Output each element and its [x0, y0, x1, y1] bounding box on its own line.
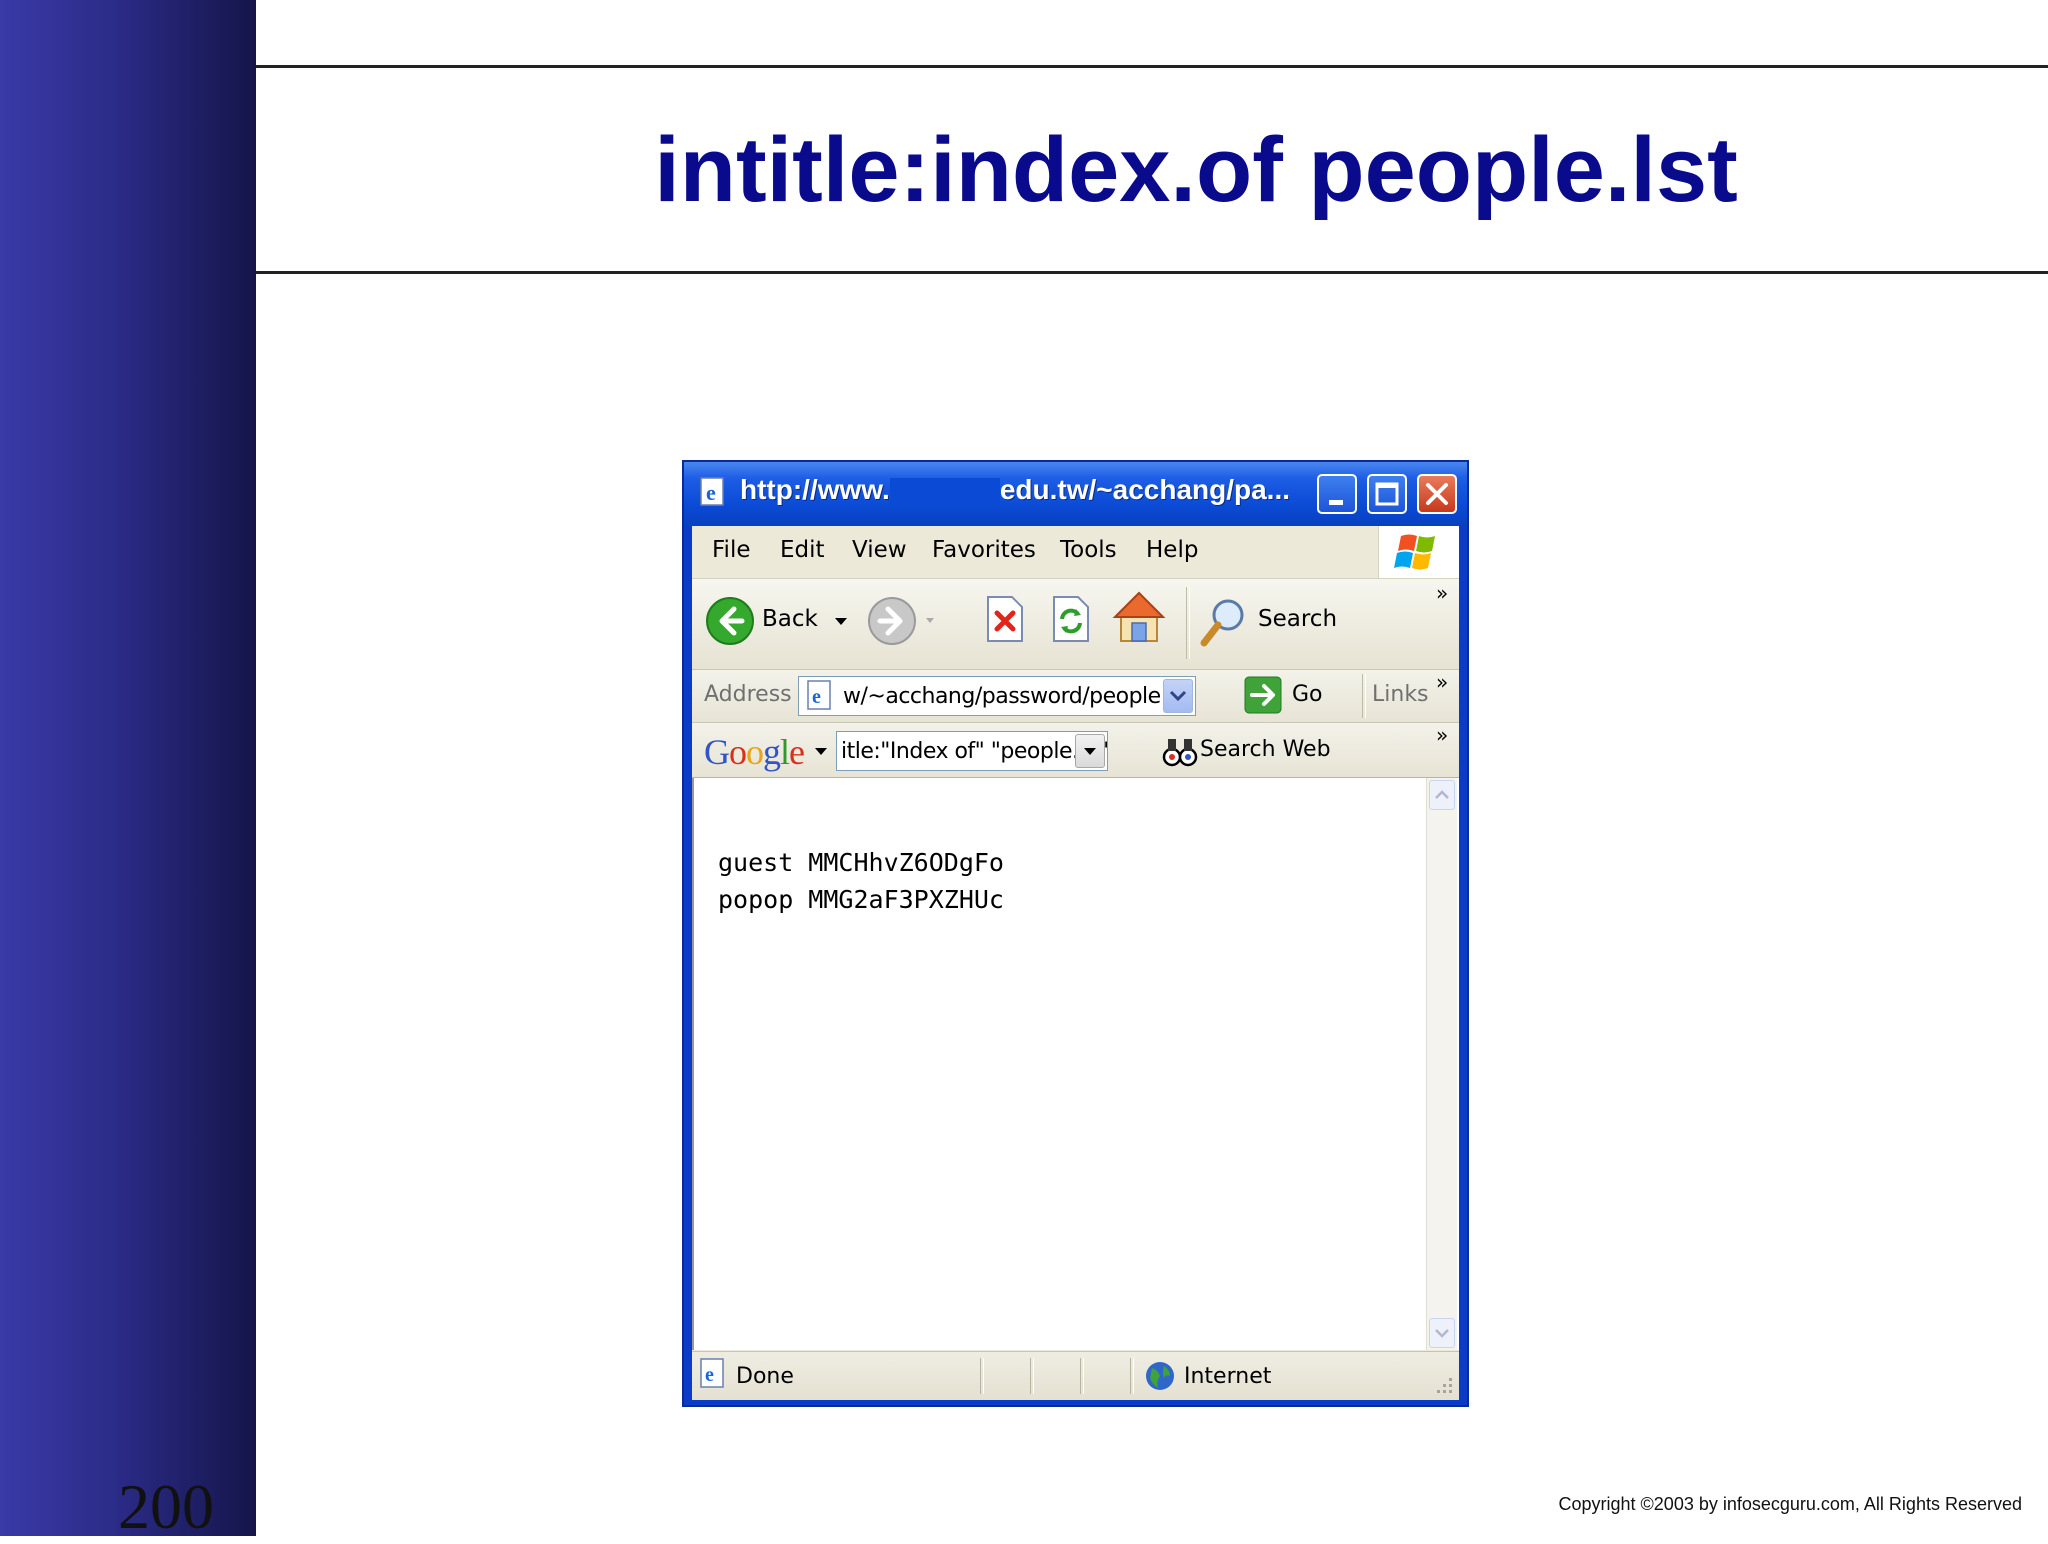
status-separator — [1080, 1358, 1084, 1394]
google-search-value: itle:"Index of" "people.lst" — [841, 739, 1108, 764]
links-chevron[interactable]: » — [1436, 670, 1448, 694]
maximize-button[interactable] — [1367, 474, 1407, 514]
forward-button[interactable] — [868, 595, 938, 647]
menu-tools[interactable]: Tools — [1060, 537, 1117, 563]
resize-grip-icon[interactable] — [1431, 1372, 1455, 1396]
content-line: guest MMCHhvZ6ODgFo — [718, 848, 1004, 877]
page-content: guest MMCHhvZ6ODgFo popop MMG2aF3PXZHUc — [692, 778, 1459, 1350]
slide-number: 200 — [118, 1471, 214, 1542]
back-button[interactable]: Back — [704, 593, 854, 649]
svg-text:e: e — [706, 480, 716, 505]
browser-window: e http://www. edu.tw/~acchang/pa... File … — [682, 460, 1469, 1407]
google-search-input[interactable]: itle:"Index of" "people.lst" — [836, 731, 1108, 771]
title-rule-bottom — [256, 271, 2048, 274]
status-separator — [1130, 1358, 1134, 1394]
status-separator — [980, 1358, 984, 1394]
svg-text:e: e — [812, 686, 821, 708]
google-toolbar: Google itle:"Index of" "people.lst" Sear… — [692, 723, 1459, 779]
search-magnifier-icon — [1200, 599, 1244, 647]
home-button[interactable] — [1112, 589, 1166, 645]
search-label: Search — [1258, 606, 1338, 632]
redacted-block — [889, 477, 1000, 506]
chevron-up-icon — [1435, 790, 1449, 799]
close-button[interactable] — [1417, 474, 1457, 514]
go-button[interactable]: Go — [1244, 676, 1330, 716]
status-bar: e Done Internet — [692, 1351, 1459, 1400]
chevron-down-icon — [1169, 690, 1187, 702]
binoculars-icon — [1162, 739, 1198, 767]
google-dropdown-button[interactable] — [1075, 734, 1105, 768]
ie-page-icon: e — [700, 477, 724, 506]
back-arrow-icon — [706, 597, 754, 645]
slide-sidebar — [0, 0, 256, 1536]
address-value: w/~acchang/password/people.lst — [843, 684, 1192, 709]
menu-favorites[interactable]: Favorites — [932, 537, 1036, 563]
google-menu-dropdown-icon[interactable] — [814, 747, 828, 757]
google-toolbar-chevron[interactable]: » — [1436, 723, 1448, 747]
address-input[interactable]: e w/~acchang/password/people.lst — [798, 676, 1196, 716]
title-rule-top — [256, 65, 2048, 68]
standard-toolbar: Back Search » — [692, 579, 1459, 670]
status-done: Done — [736, 1364, 794, 1389]
chevron-down-icon — [1435, 1329, 1449, 1338]
status-zone: Internet — [1184, 1364, 1272, 1389]
vertical-scrollbar[interactable] — [1426, 778, 1457, 1350]
address-bar: Address e w/~acchang/password/people.lst… — [692, 670, 1459, 723]
close-icon — [1426, 483, 1448, 505]
stop-button[interactable] — [982, 593, 1026, 645]
ie-page-icon: e — [807, 680, 831, 710]
menu-bar: File Edit View Favorites Tools Help — [692, 526, 1459, 579]
toolbar-separator — [1186, 587, 1190, 659]
content-line: popop MMG2aF3PXZHUc — [718, 885, 1004, 914]
window-title-suffix: edu.tw/~acchang/pa... — [999, 474, 1291, 505]
back-label: Back — [762, 606, 818, 632]
window-title-prefix: http://www. — [740, 474, 890, 505]
copyright-notice: Copyright ©2003 by infosecguru.com, All … — [1558, 1494, 2023, 1514]
refresh-button[interactable] — [1048, 593, 1092, 645]
slide-title: intitle:index.of people.lst — [654, 119, 1738, 221]
minimize-button[interactable] — [1317, 474, 1357, 514]
menu-view[interactable]: View — [852, 537, 907, 563]
address-label: Address — [704, 682, 792, 707]
window-title: http://www. edu.tw/~acchang/pa... — [740, 474, 1290, 506]
google-logo[interactable]: Google — [704, 731, 805, 773]
internet-globe-icon — [1146, 1362, 1174, 1390]
maximize-icon — [1375, 482, 1399, 506]
menu-edit[interactable]: Edit — [780, 537, 825, 563]
window-client-area: File Edit View Favorites Tools Help Back… — [692, 526, 1459, 1400]
window-titlebar[interactable]: e http://www. edu.tw/~acchang/pa... — [684, 462, 1467, 526]
address-dropdown-button[interactable] — [1163, 679, 1193, 713]
menu-file[interactable]: File — [712, 537, 751, 563]
windows-flag-icon — [1378, 526, 1459, 578]
toolbar-chevron[interactable]: » — [1436, 581, 1448, 605]
status-separator — [1030, 1358, 1034, 1394]
minimize-icon — [1329, 500, 1343, 505]
back-dropdown-icon — [835, 618, 847, 625]
ie-page-icon: e — [700, 1358, 724, 1388]
links-label[interactable]: Links — [1372, 682, 1429, 707]
svg-text:e: e — [705, 1364, 714, 1386]
toolbar-separator — [1362, 674, 1366, 718]
scroll-down-button[interactable] — [1429, 1318, 1455, 1348]
chevron-down-icon — [1084, 748, 1096, 755]
menu-help[interactable]: Help — [1146, 537, 1198, 563]
scroll-up-button[interactable] — [1429, 780, 1455, 810]
search-web-label: Search Web — [1200, 737, 1331, 762]
search-web-button[interactable]: Search Web — [1162, 731, 1342, 771]
search-button[interactable]: Search — [1198, 593, 1348, 649]
go-label: Go — [1292, 682, 1323, 707]
go-arrow-icon — [1244, 676, 1282, 714]
